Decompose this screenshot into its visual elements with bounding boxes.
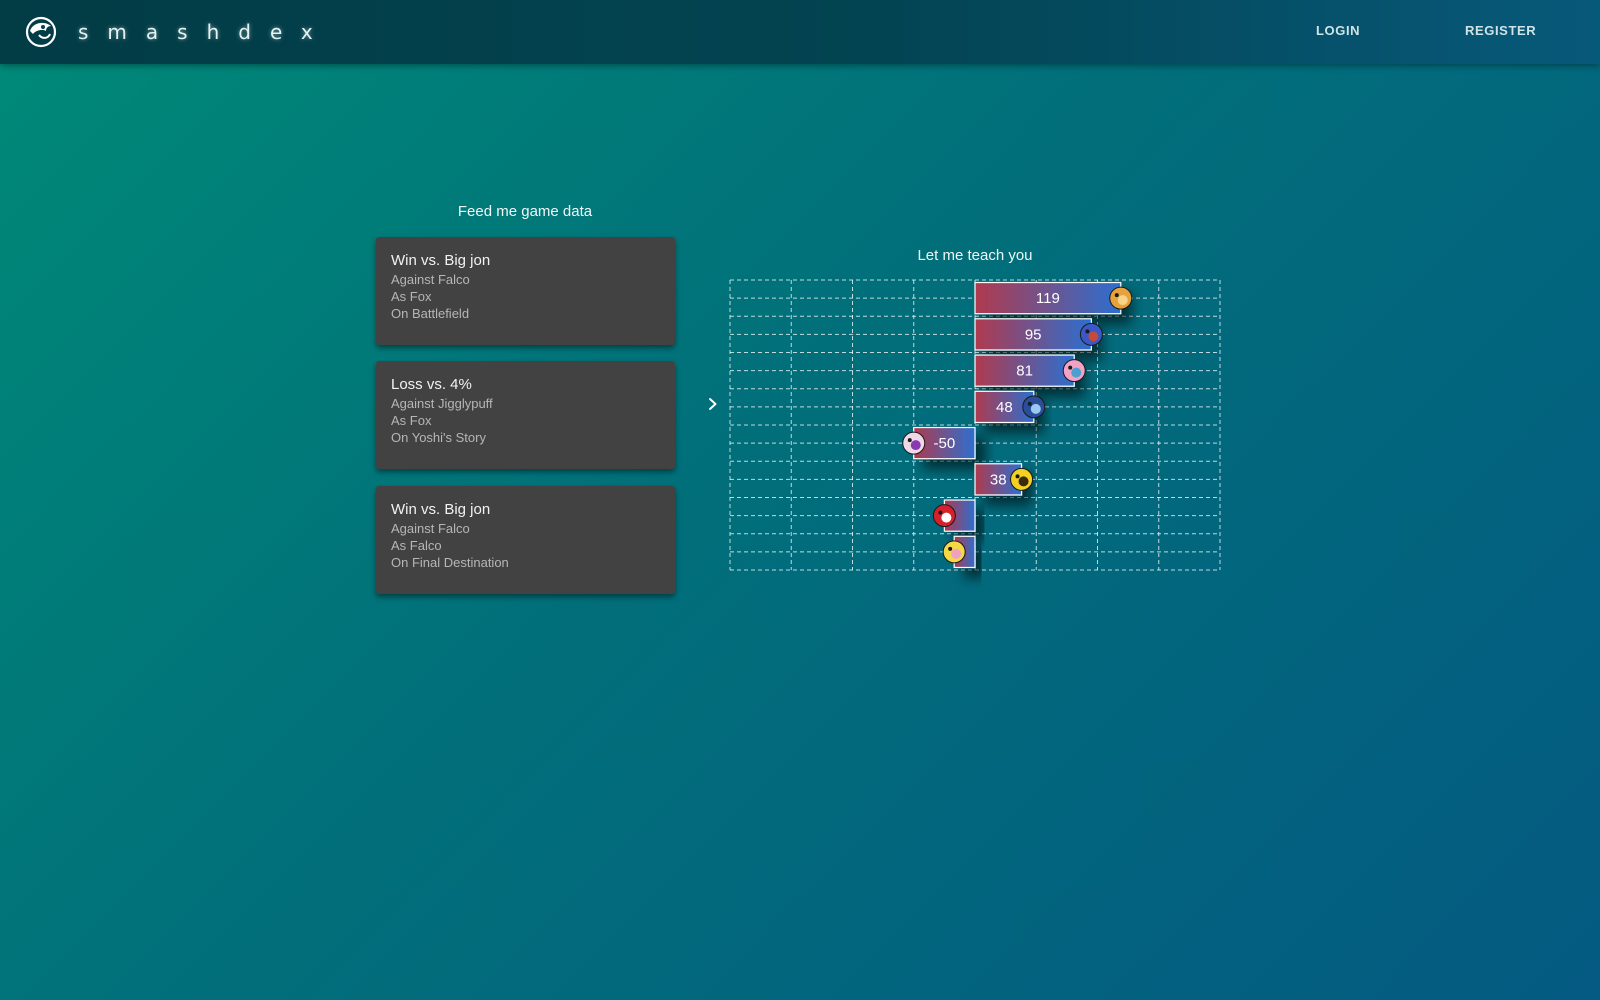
ice-climbers-stock-icon (902, 431, 926, 455)
chameleon-logo-icon[interactable] (24, 15, 58, 49)
app-header: smashdex LOGIN REGISTER (0, 0, 1600, 64)
game-result: Loss vs. 4% (391, 376, 472, 393)
game-stage: On Yoshi's Story (391, 430, 486, 445)
game-card[interactable]: Win vs. Big jon Against Falco As Falco O… (376, 486, 675, 594)
marth-stock-icon (1022, 395, 1046, 419)
games-panel-title: Feed me game data (457, 203, 593, 220)
bar-label-pikachu: 38 (990, 471, 1007, 488)
bar-label-jigglypuff: 81 (1016, 363, 1033, 380)
game-player-character: As Fox (391, 289, 432, 304)
jigglypuff-stock-icon (1062, 359, 1086, 383)
game-card[interactable]: Loss vs. 4% Against Jigglypuff As Fox On… (376, 361, 675, 469)
character-performance-chart: 119 95 81 48 -50 38 (729, 279, 1221, 571)
game-opponent-character: Against Falco (391, 272, 470, 287)
bar-label-ice-climbers: -50 (934, 435, 956, 452)
game-result: Win vs. Big jon (391, 501, 491, 518)
chart-title: Let me teach you (917, 247, 1033, 264)
game-player-character: As Falco (391, 538, 442, 553)
game-player-character: As Fox (391, 413, 432, 428)
game-opponent-character: Against Falco (391, 521, 470, 536)
fox-stock-icon (1109, 286, 1133, 310)
game-opponent-character: Against Jigglypuff (391, 396, 493, 411)
game-stage: On Final Destination (391, 555, 509, 570)
mario-stock-icon (932, 504, 956, 528)
bar-label-marth: 48 (996, 399, 1013, 416)
register-link[interactable]: REGISTER (1465, 23, 1536, 38)
falco-stock-icon (1079, 322, 1103, 346)
game-result: Win vs. Big jon (391, 252, 491, 269)
chevron-right-icon[interactable] (705, 396, 721, 412)
game-card[interactable]: Win vs. Big jon Against Falco As Fox On … (376, 237, 675, 345)
login-link[interactable]: LOGIN (1316, 23, 1360, 38)
bar-label-falco: 95 (1025, 326, 1042, 343)
brand-name[interactable]: smashdex (78, 20, 332, 44)
game-stage: On Battlefield (391, 306, 470, 321)
bar-label-fox: 119 (1036, 290, 1060, 307)
pikachu-stock-icon (1010, 467, 1034, 491)
peach-stock-icon (942, 540, 966, 564)
